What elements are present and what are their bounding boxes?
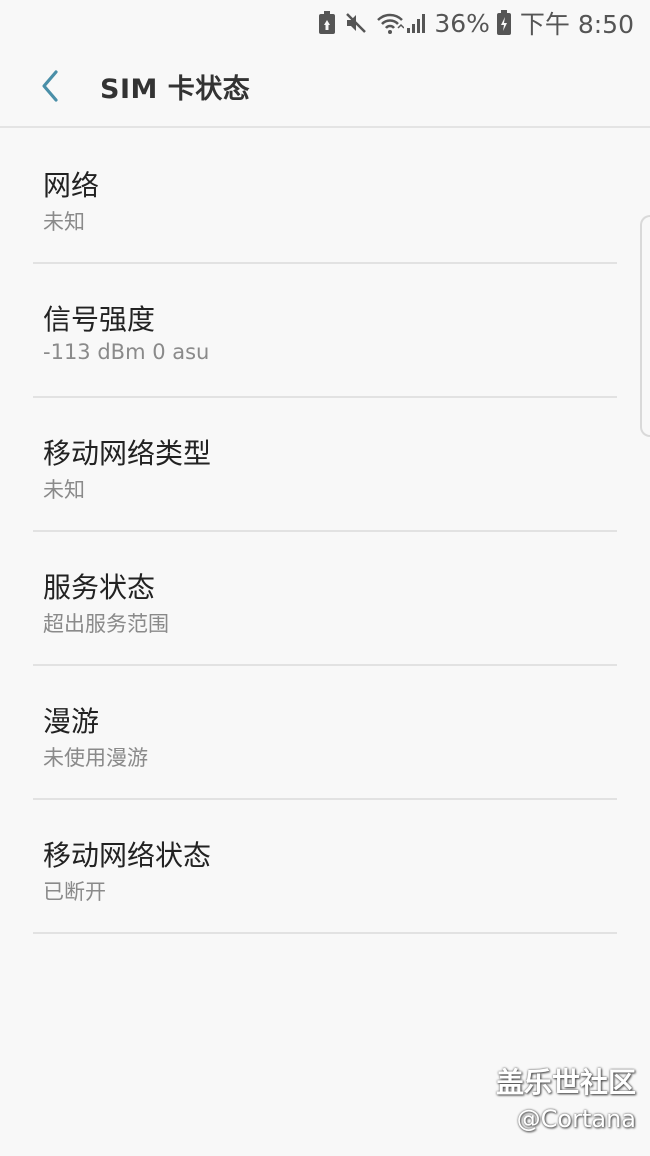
item-title: 信号强度 [43,303,156,336]
signal-icon [406,11,426,35]
item-title: 网络 [43,169,100,202]
chevron-left-icon [42,70,58,102]
app-bar: SIM 卡状态 [0,46,650,128]
item-value: 已断开 [43,880,106,904]
item-value: -113 dBm 0 asu [43,340,210,364]
item-value: 未知 [43,210,85,234]
watermark-site: 盖乐世社区 [495,1066,636,1099]
item-title: 移动网络类型 [43,437,212,470]
list-item-signal-strength: 信号强度 -113 dBm 0 asu [33,264,617,398]
item-title: 服务状态 [43,571,156,604]
screen: 36% 下午 8:50 SIM 卡状态 网络 未知 信号强度 -113 dBm … [0,0,650,1156]
battery-percent: 36% [434,8,490,38]
sim-status-list: 网络 未知 信号强度 -113 dBm 0 asu 移动网络类型 未知 服务状态… [0,130,650,934]
page-title: SIM 卡状态 [100,73,251,105]
list-item-roaming: 漫游 未使用漫游 [33,666,617,800]
wifi-icon [376,11,405,35]
item-title: 移动网络状态 [43,839,212,872]
battery-saver-icon [318,11,336,35]
list-item-service-state: 服务状态 超出服务范围 [33,532,617,666]
list-item-mobile-network-type: 移动网络类型 未知 [33,398,617,532]
item-value: 未使用漫游 [43,746,148,770]
mute-icon [344,11,368,35]
watermark: 盖乐世社区 @Cortana [496,1064,636,1136]
edge-panel-handle[interactable] [640,215,650,437]
watermark-user: @Cortana [516,1105,636,1133]
item-value: 未知 [43,478,85,502]
clock: 下午 8:50 [519,10,634,39]
item-value: 超出服务范围 [43,612,169,636]
status-bar: 36% 下午 8:50 [0,0,650,46]
item-title: 漫游 [43,705,100,738]
list-item-mobile-network-state: 移动网络状态 已断开 [33,800,617,934]
back-button[interactable] [0,45,100,127]
battery-charging-icon [496,10,512,36]
list-item-network: 网络 未知 [33,130,617,264]
